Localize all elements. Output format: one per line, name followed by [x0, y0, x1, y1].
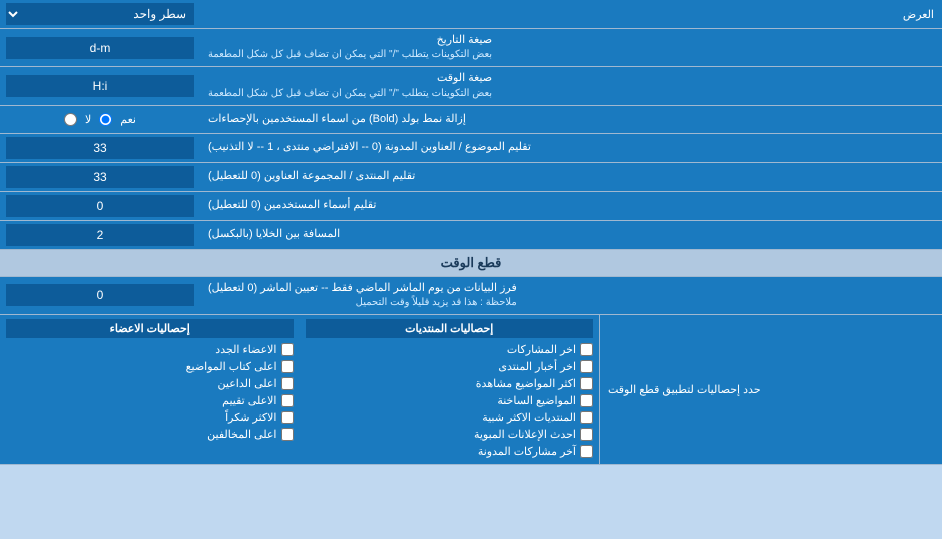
cut-filter-label: فرز البيانات من يوم الماشر الماضي فقط --…: [200, 277, 942, 314]
usernames-trim-label: تقليم أسماء المستخدمين (0 للتعطيل): [200, 192, 942, 220]
stats-item: اخر أخبار المنتدى: [306, 358, 594, 375]
stats-item: الاعضاء الجدد: [6, 341, 294, 358]
cut-section-header: قطع الوقت: [0, 250, 942, 276]
stat-check-5[interactable]: [580, 411, 593, 424]
stat-check-4[interactable]: [580, 394, 593, 407]
date-format-input[interactable]: [6, 37, 194, 59]
stat-check-6[interactable]: [580, 428, 593, 441]
stats-item: الاكثر شكراً: [6, 409, 294, 426]
stats-col1-title: إحصاليات المنتديات: [306, 319, 594, 338]
stat-check-11[interactable]: [281, 394, 294, 407]
time-format-label: صيغة الوقت بعض التكوينات يتطلب "/" التي …: [200, 67, 942, 104]
stats-item: احدث الإعلانات المبوية: [306, 426, 594, 443]
stats-apply-label: حدد إحصاليات لتطبيق قطع الوقت: [600, 315, 942, 464]
radio-no[interactable]: [64, 113, 77, 126]
stats-item: الاعلى تقييم: [6, 392, 294, 409]
stat-check-2[interactable]: [580, 360, 593, 373]
stat-check-1[interactable]: [580, 343, 593, 356]
stats-col2-title: إحصاليات الاعضاء: [6, 319, 294, 338]
cell-spacing-input[interactable]: [6, 224, 194, 246]
stats-item: اكثر المواضيع مشاهدة: [306, 375, 594, 392]
stats-item: اعلى الداعين: [6, 375, 294, 392]
radio-yes[interactable]: [99, 113, 112, 126]
stat-check-3[interactable]: [580, 377, 593, 390]
radio-yes-label: نعم: [120, 113, 136, 126]
stats-item: المواضيع الساخنة: [306, 392, 594, 409]
usernames-trim-input[interactable]: [6, 195, 194, 217]
stats-item: اعلى كتاب المواضيع: [6, 358, 294, 375]
stat-check-12[interactable]: [281, 411, 294, 424]
stat-check-9[interactable]: [281, 360, 294, 373]
stats-item: المنتديات الاكثر شبية: [306, 409, 594, 426]
stat-check-7[interactable]: [580, 445, 593, 458]
page-title: العرض: [200, 4, 942, 25]
stats-item: آخر مشاركات المدونة: [306, 443, 594, 460]
cut-filter-input[interactable]: [6, 284, 194, 306]
topics-per-page-input[interactable]: [6, 137, 194, 159]
bold-remove-label: إزالة نمط بولد (Bold) من اسماء المستخدمي…: [200, 106, 942, 133]
cell-spacing-label: المسافة بين الخلايا (بالبكسل): [200, 221, 942, 249]
date-format-label: صيغة التاريخ بعض التكوينات يتطلب "/" الت…: [200, 29, 942, 66]
forum-per-page-label: تقليم المنتدى / المجموعة العناوين (0 للت…: [200, 163, 942, 191]
topics-per-page-label: تقليم الموضوع / العناوين المدونة (0 -- ا…: [200, 134, 942, 162]
stat-check-10[interactable]: [281, 377, 294, 390]
stat-check-8[interactable]: [281, 343, 294, 356]
display-select[interactable]: سطر واحد سطران ثلاثة أسطر: [6, 3, 194, 25]
stats-item: اخر المشاركات: [306, 341, 594, 358]
radio-no-label: لا: [85, 113, 91, 126]
time-format-input[interactable]: [6, 75, 194, 97]
forum-per-page-input[interactable]: [6, 166, 194, 188]
stats-item: اعلى المخالفين: [6, 426, 294, 443]
stat-check-13[interactable]: [281, 428, 294, 441]
